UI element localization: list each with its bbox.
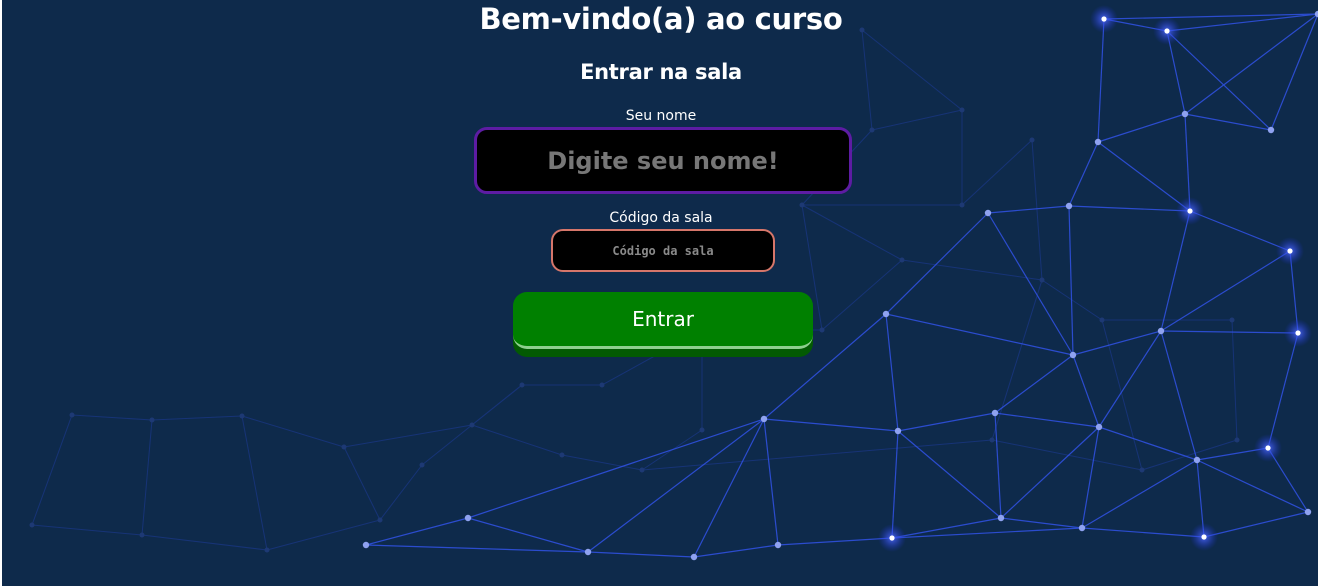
page-title: Bem-vindo(a) ao curso	[479, 2, 843, 36]
name-input[interactable]	[474, 127, 852, 194]
room-code-label: Código da sala	[609, 210, 713, 226]
enter-button[interactable]: Entrar	[513, 292, 813, 349]
name-label: Seu nome	[625, 108, 697, 124]
page-subtitle: Entrar na sala	[580, 60, 742, 84]
room-code-input[interactable]	[551, 229, 775, 272]
app-background: Bem-vindo(a) ao curso Entrar na sala Seu…	[2, 0, 1318, 586]
